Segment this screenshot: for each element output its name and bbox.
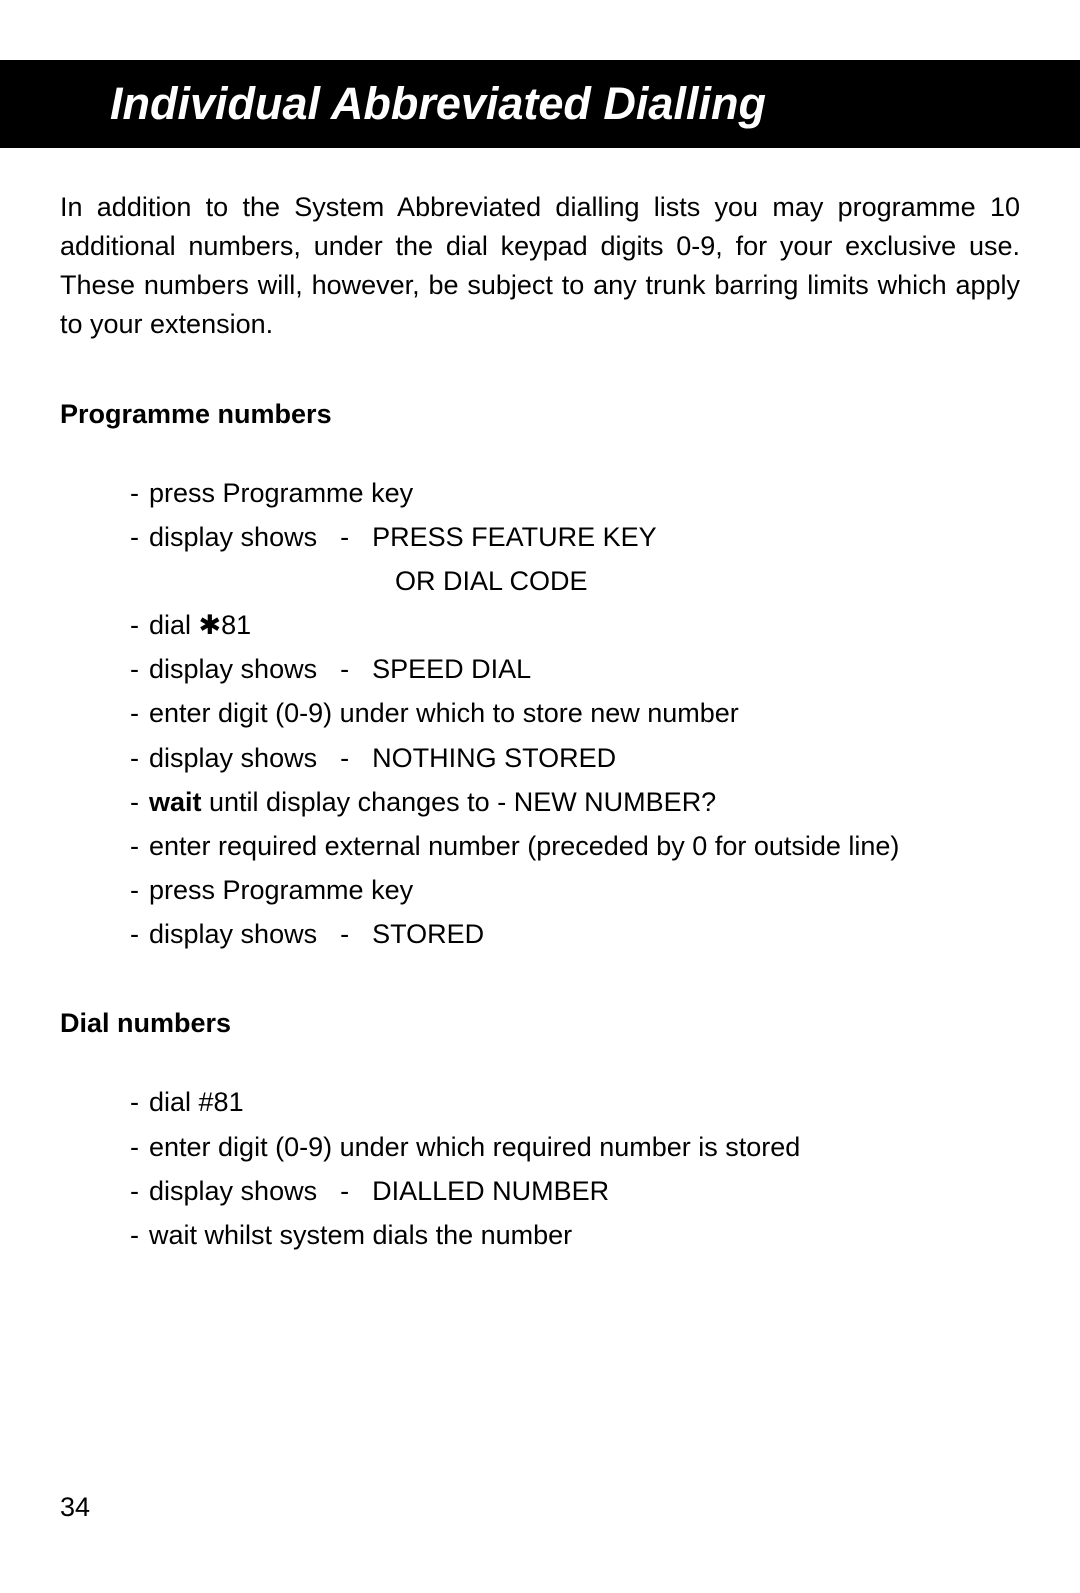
- step: - wait until display changes to - NEW NU…: [130, 783, 1020, 822]
- display-value: SPEED DIAL: [372, 654, 531, 684]
- section2-heading: Dial numbers: [60, 1004, 1020, 1043]
- dash-icon: -: [130, 871, 139, 910]
- display-value: PRESS FEATURE KEY: [372, 522, 657, 552]
- step-text: press Programme key: [149, 871, 1020, 910]
- step: - display shows - PRESS FEATURE KEY: [130, 518, 1020, 557]
- step-text: display shows - NOTHING STORED: [149, 739, 1020, 778]
- separator: -: [325, 739, 365, 778]
- display-value: STORED: [372, 919, 484, 949]
- separator: -: [325, 650, 365, 689]
- step: - dial #81: [130, 1083, 1020, 1122]
- display-value-line2: OR DIAL CODE: [130, 562, 1020, 601]
- separator: -: [325, 518, 365, 557]
- dash-icon: -: [130, 783, 139, 822]
- dash-icon: -: [130, 1172, 139, 1211]
- step: - display shows - SPEED DIAL: [130, 650, 1020, 689]
- step-text: wait whilst system dials the number: [149, 1216, 1020, 1255]
- display-value: NOTHING STORED: [372, 743, 616, 773]
- step: - press Programme key: [130, 871, 1020, 910]
- dash-icon: -: [130, 1216, 139, 1255]
- step: - press Programme key: [130, 474, 1020, 513]
- step-text: display shows - DIALLED NUMBER: [149, 1172, 1020, 1211]
- display-label: display shows: [149, 654, 317, 684]
- dial-pre: dial: [149, 610, 199, 640]
- step: - display shows - STORED: [130, 915, 1020, 954]
- dash-icon: -: [130, 915, 139, 954]
- dash-icon: -: [130, 650, 139, 689]
- display-label: display shows: [149, 522, 317, 552]
- display-value: DIALLED NUMBER: [372, 1176, 609, 1206]
- step: - display shows - NOTHING STORED: [130, 739, 1020, 778]
- step: - dial ✱81: [130, 606, 1020, 645]
- dash-icon: -: [130, 694, 139, 733]
- dash-icon: -: [130, 1083, 139, 1122]
- step: - display shows - DIALLED NUMBER: [130, 1172, 1020, 1211]
- header-title: Individual Abbreviated Dialling: [110, 78, 766, 129]
- step-text: press Programme key: [149, 474, 1020, 513]
- step-text: enter digit (0-9) under which required n…: [149, 1128, 1020, 1167]
- step-text: display shows - SPEED DIAL: [149, 650, 1020, 689]
- dash-icon: -: [130, 827, 139, 866]
- bold-wait: wait: [149, 787, 202, 817]
- dash-icon: -: [130, 606, 139, 645]
- step: - enter required external number (preced…: [130, 827, 1020, 866]
- section1-heading: Programme numbers: [60, 395, 1020, 434]
- dash-icon: -: [130, 474, 139, 513]
- wait-rest: until display changes to - NEW NUMBER?: [202, 787, 717, 817]
- display-label: display shows: [149, 743, 317, 773]
- step-text: dial #81: [149, 1083, 1020, 1122]
- dial-post: 81: [221, 610, 251, 640]
- step: - wait whilst system dials the number: [130, 1216, 1020, 1255]
- dash-icon: -: [130, 1128, 139, 1167]
- display-label: display shows: [149, 1176, 317, 1206]
- dash-icon: -: [130, 518, 139, 557]
- page-number: 34: [60, 1492, 90, 1523]
- step-text: enter digit (0-9) under which to store n…: [149, 694, 1020, 733]
- display-label: display shows: [149, 919, 317, 949]
- step-text: dial ✱81: [149, 606, 1020, 645]
- section1-steps: - press Programme key - display shows - …: [60, 474, 1020, 955]
- separator: -: [325, 915, 365, 954]
- page-header: Individual Abbreviated Dialling: [0, 60, 1080, 148]
- step-text: display shows - STORED: [149, 915, 1020, 954]
- dash-icon: -: [130, 739, 139, 778]
- step: - enter digit (0-9) under which required…: [130, 1128, 1020, 1167]
- step-text: wait until display changes to - NEW NUMB…: [149, 783, 1020, 822]
- intro-paragraph: In addition to the System Abbreviated di…: [60, 188, 1020, 345]
- step-text: enter required external number (preceded…: [149, 827, 1020, 866]
- star-icon: ✱: [199, 610, 222, 640]
- separator: -: [325, 1172, 365, 1211]
- step: - enter digit (0-9) under which to store…: [130, 694, 1020, 733]
- page-content: In addition to the System Abbreviated di…: [0, 148, 1080, 1255]
- section2-steps: - dial #81 - enter digit (0-9) under whi…: [60, 1083, 1020, 1255]
- step-text: display shows - PRESS FEATURE KEY: [149, 518, 1020, 557]
